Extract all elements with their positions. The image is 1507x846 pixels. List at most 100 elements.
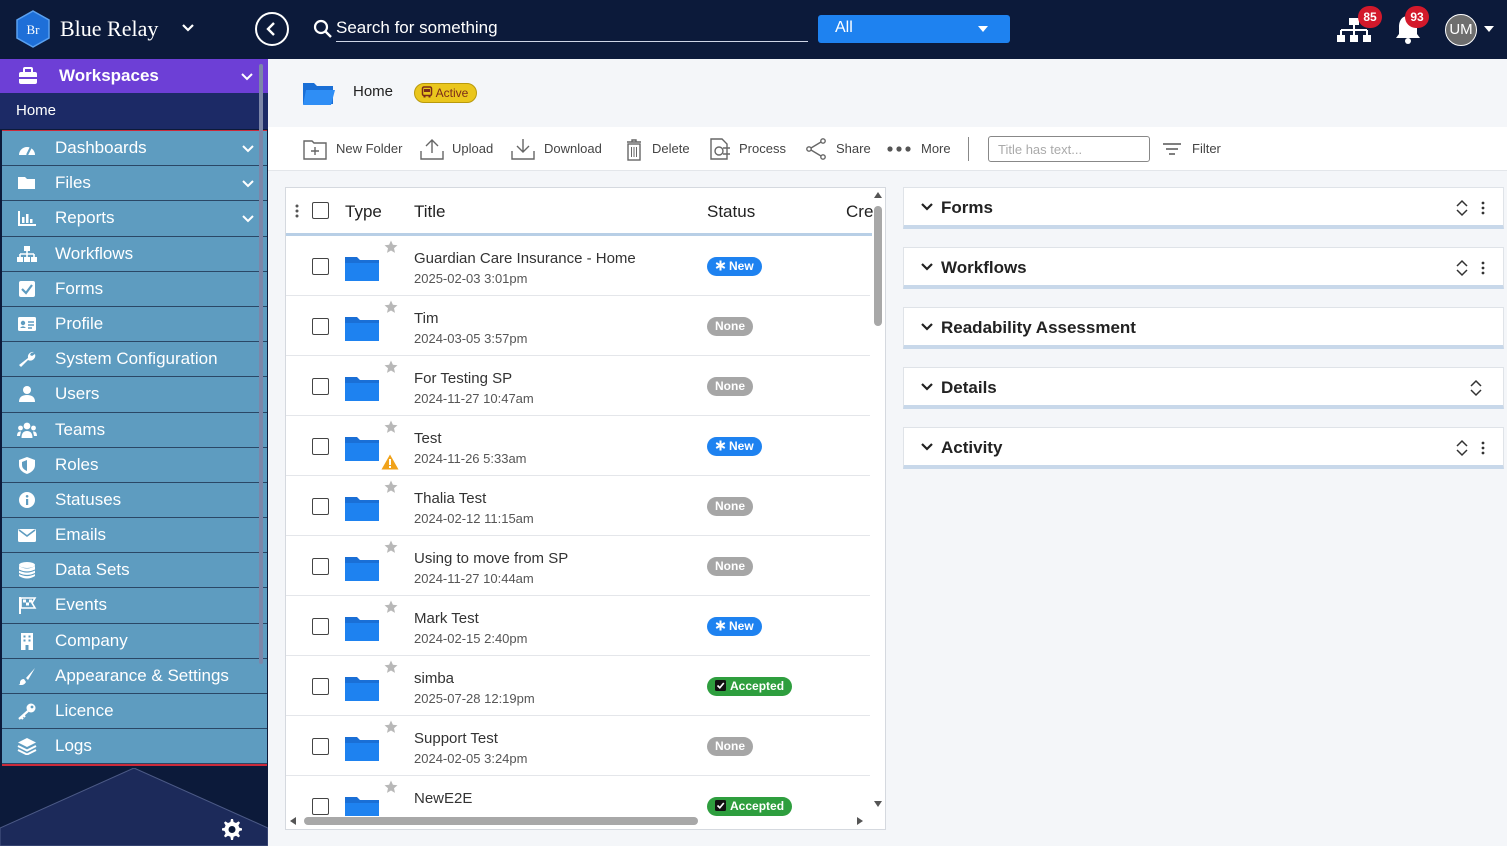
column-menu-icon[interactable] — [295, 204, 299, 218]
search-scope-select[interactable]: All — [818, 15, 1010, 43]
sidebar-item-teams[interactable]: Teams — [2, 412, 267, 448]
row-title[interactable]: Test — [414, 430, 442, 447]
sort-icon[interactable] — [1455, 259, 1469, 277]
table-row[interactable]: Tim 2024-03-05 3:57pm None — [286, 296, 870, 356]
row-checkbox[interactable] — [312, 738, 329, 755]
row-title[interactable]: NewE2E — [414, 790, 472, 807]
row-title[interactable]: Guardian Care Insurance - Home — [414, 250, 636, 267]
sidebar-item-forms[interactable]: Forms — [2, 271, 267, 307]
global-search-input[interactable] — [336, 14, 808, 42]
row-title[interactable]: Using to move from SP — [414, 550, 568, 567]
table-row[interactable]: simba 2025-07-28 12:19pm Accepted — [286, 656, 870, 716]
star-icon[interactable] — [384, 720, 398, 734]
more-vertical-icon[interactable] — [1481, 441, 1485, 455]
table-row[interactable]: Guardian Care Insurance - Home 2025-02-03… — [286, 236, 870, 296]
row-checkbox[interactable] — [312, 438, 329, 455]
chevron-down-icon[interactable] — [920, 440, 934, 454]
panel-activity[interactable]: Activity — [903, 427, 1504, 469]
row-title[interactable]: simba — [414, 670, 454, 687]
star-icon[interactable] — [384, 600, 398, 614]
sidebar-item-data-sets[interactable]: Data Sets — [2, 553, 267, 589]
row-title[interactable]: Support Test — [414, 730, 498, 747]
more-button[interactable]: More — [886, 135, 956, 163]
sidebar-home[interactable]: Home — [0, 93, 268, 129]
panel-workflows[interactable]: Workflows — [903, 247, 1504, 289]
sidebar-item-dashboards[interactable]: Dashboards — [2, 131, 267, 167]
column-title[interactable]: Title — [414, 202, 446, 222]
upload-button[interactable]: Upload — [419, 135, 499, 163]
table-row[interactable]: NewE2E Accepted — [286, 776, 870, 816]
star-icon[interactable] — [384, 780, 398, 794]
row-title[interactable]: Thalia Test — [414, 490, 486, 507]
row-title[interactable]: Tim — [414, 310, 438, 327]
sidebar-item-system-configuration[interactable]: System Configuration — [2, 342, 267, 378]
row-checkbox[interactable] — [312, 258, 329, 275]
star-icon[interactable] — [384, 540, 398, 554]
sidebar-item-workflows[interactable]: Workflows — [2, 236, 267, 272]
sidebar-item-company[interactable]: Company — [2, 623, 267, 659]
sidebar-item-appearance-and-settings[interactable]: Appearance & Settings — [2, 658, 267, 694]
sort-icon[interactable] — [1455, 439, 1469, 457]
workspaces-header[interactable]: Workspaces — [0, 59, 268, 93]
panel-details[interactable]: Details — [903, 367, 1504, 409]
breadcrumb-home[interactable]: Home — [353, 83, 393, 100]
new-folder-button[interactable]: New Folder — [302, 135, 402, 163]
more-vertical-icon[interactable] — [1481, 261, 1485, 275]
caret-down-icon[interactable] — [1484, 26, 1494, 32]
table-row[interactable]: For Testing SP 2024-11-27 10:47am None — [286, 356, 870, 416]
sidebar-item-reports[interactable]: Reports — [2, 201, 267, 237]
table-row[interactable]: Thalia Test 2024-02-12 11:15am None — [286, 476, 870, 536]
chevron-down-icon[interactable] — [920, 200, 934, 214]
row-checkbox[interactable] — [312, 618, 329, 635]
row-checkbox[interactable] — [312, 678, 329, 695]
download-button[interactable]: Download — [510, 135, 606, 163]
star-icon[interactable] — [384, 480, 398, 494]
star-icon[interactable] — [384, 360, 398, 374]
sort-icon[interactable] — [1469, 379, 1483, 397]
row-checkbox[interactable] — [312, 498, 329, 515]
sidebar-item-profile[interactable]: Profile — [2, 306, 267, 343]
star-icon[interactable] — [384, 300, 398, 314]
filter-button[interactable]: Filter — [1160, 135, 1240, 163]
blue-relay-logo[interactable]: Br — [16, 10, 50, 48]
share-button[interactable]: Share — [804, 135, 874, 163]
column-type[interactable]: Type — [345, 202, 382, 222]
sidebar-scrollbar[interactable] — [259, 64, 263, 664]
process-button[interactable]: Process — [708, 135, 788, 163]
column-created[interactable]: Cre — [846, 202, 873, 222]
row-checkbox[interactable] — [312, 798, 329, 815]
sidebar-item-logs[interactable]: Logs — [2, 729, 267, 765]
column-status[interactable]: Status — [707, 202, 755, 222]
sidebar-item-users[interactable]: Users — [2, 377, 267, 413]
row-title[interactable]: For Testing SP — [414, 370, 512, 387]
star-icon[interactable] — [384, 420, 398, 434]
table-row[interactable]: Using to move from SP 2024-11-27 10:44am N… — [286, 536, 870, 596]
chevron-down-icon[interactable] — [178, 18, 198, 38]
table-row[interactable]: Mark Test 2024-02-15 2:40pm New — [286, 596, 870, 656]
row-checkbox[interactable] — [312, 378, 329, 395]
sidebar-item-events[interactable]: Events — [2, 588, 267, 624]
sidebar-item-files[interactable]: Files — [2, 166, 267, 202]
back-button[interactable] — [255, 12, 289, 46]
table-row[interactable]: Test 2024-11-26 5:33am New — [286, 416, 870, 476]
sidebar-item-roles[interactable]: Roles — [2, 447, 267, 483]
row-title[interactable]: Mark Test — [414, 610, 479, 627]
chevron-down-icon[interactable] — [920, 260, 934, 274]
panel-forms[interactable]: Forms — [903, 187, 1504, 229]
table-row[interactable]: Support Test 2024-02-05 3:24pm None — [286, 716, 870, 776]
panel-readability-assessment[interactable]: Readability Assessment — [903, 307, 1504, 349]
grid-horizontal-scrollbar[interactable] — [286, 814, 871, 828]
gear-icon[interactable] — [220, 818, 244, 842]
sidebar-item-statuses[interactable]: Statuses — [2, 482, 267, 519]
star-icon[interactable] — [384, 240, 398, 254]
grid-vertical-scrollbar[interactable] — [871, 188, 885, 813]
chevron-down-icon[interactable] — [920, 320, 934, 334]
row-checkbox[interactable] — [312, 318, 329, 335]
delete-button[interactable]: Delete — [622, 135, 692, 163]
sidebar-item-emails[interactable]: Emails — [2, 518, 267, 554]
more-vertical-icon[interactable] — [1481, 201, 1485, 215]
select-all-checkbox[interactable] — [312, 202, 329, 219]
star-icon[interactable] — [384, 660, 398, 674]
title-filter-input[interactable] — [988, 136, 1150, 162]
row-checkbox[interactable] — [312, 558, 329, 575]
